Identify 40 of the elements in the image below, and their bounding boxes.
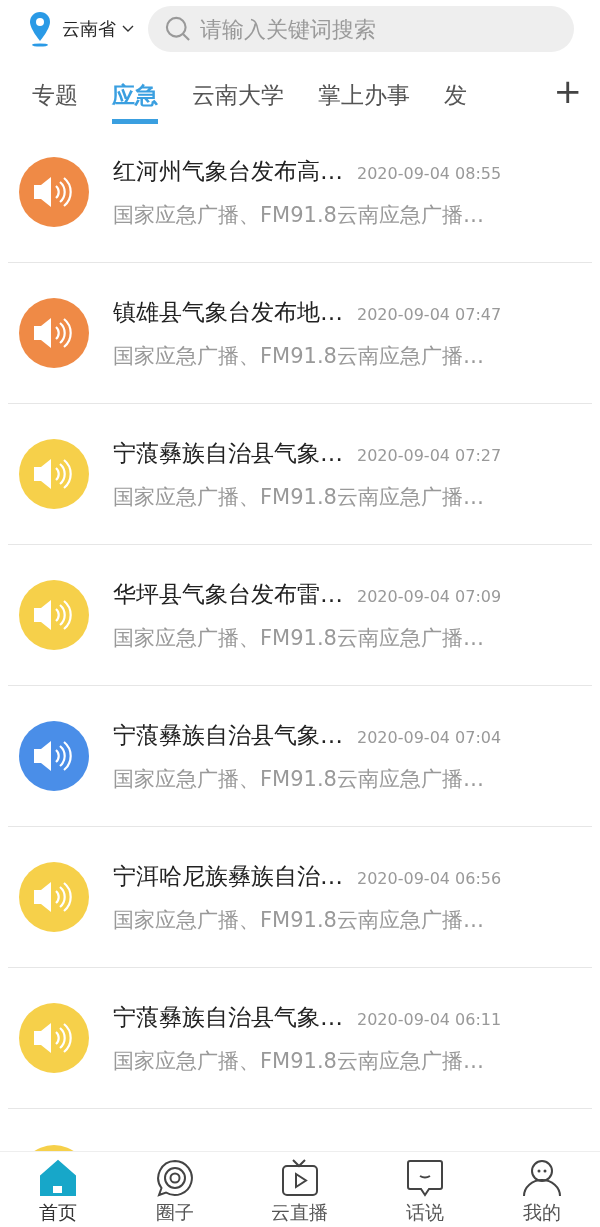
news-source: 国家应急广播、FM91.8云南应急广播… bbox=[113, 342, 485, 370]
person-icon bbox=[521, 1158, 562, 1198]
nav-tab[interactable]: 话说 bbox=[395, 1158, 456, 1227]
news-source: 国家应急广播、FM91.8云南应急广播… bbox=[113, 624, 485, 652]
search-field[interactable]: 请输入关键词搜索 bbox=[148, 6, 574, 52]
nav-tab[interactable]: 圈子 bbox=[144, 1158, 205, 1227]
search-icon bbox=[164, 15, 192, 43]
timestamp: 2020-09-04 07:09 bbox=[357, 586, 502, 606]
news-source: 国家应急广播、FM91.8云南应急广播… bbox=[113, 765, 485, 793]
category-tab[interactable]: 发 bbox=[444, 80, 467, 124]
chat-bubble-icon bbox=[405, 1158, 446, 1198]
category-tab[interactable]: 云南大学 bbox=[192, 80, 284, 124]
nav-tab[interactable]: 云直播 bbox=[261, 1158, 339, 1227]
news-title[interactable]: 红河州气象台发布高… bbox=[113, 155, 343, 187]
news-source: 国家应急广播、FM91.8云南应急广播… bbox=[113, 201, 485, 229]
news-title[interactable]: 宁洱哈尼族彝族自治… bbox=[113, 860, 343, 892]
tv-play-icon bbox=[280, 1158, 320, 1198]
location-selector[interactable]: 云南省 bbox=[58, 17, 142, 41]
category-tab[interactable]: 掌上办事 bbox=[318, 80, 410, 124]
news-source: 国家应急广播、FM91.8云南应急广播… bbox=[113, 483, 485, 511]
timestamp: 2020-09-04 06:11 bbox=[357, 1009, 502, 1029]
caret-icon bbox=[122, 25, 134, 33]
news-title[interactable]: 华坪县气象台发布雷… bbox=[113, 578, 343, 610]
news-title[interactable]: 镇雄县气象台发布地… bbox=[113, 296, 343, 328]
home-icon bbox=[38, 1158, 79, 1198]
nav-tab[interactable]: 我的 bbox=[511, 1158, 572, 1227]
circle-chat-icon bbox=[154, 1158, 195, 1198]
news-title[interactable]: 宁蒗彝族自治县气象… bbox=[113, 1001, 343, 1033]
news-source: 国家应急广播、FM91.8云南应急广播… bbox=[113, 906, 485, 934]
news-title[interactable]: 宁蒗彝族自治县气象… bbox=[113, 719, 343, 751]
location-pin-icon bbox=[28, 11, 52, 47]
news-title[interactable]: 宁蒗彝族自治县气象… bbox=[113, 437, 343, 469]
news-source: 国家应急广播、FM91.8云南应急广播… bbox=[113, 1047, 485, 1075]
nav-tab[interactable]: 首页 bbox=[28, 1158, 89, 1227]
category-tab[interactable]: 专题 bbox=[32, 80, 78, 124]
timestamp: 2020-09-04 07:04 bbox=[357, 727, 502, 747]
timestamp: 2020-09-04 06:56 bbox=[357, 868, 502, 888]
timestamp: 2020-09-04 07:27 bbox=[357, 445, 502, 465]
timestamp: 2020-09-04 07:47 bbox=[357, 304, 502, 324]
timestamp: 2020-09-04 08:55 bbox=[357, 163, 502, 183]
